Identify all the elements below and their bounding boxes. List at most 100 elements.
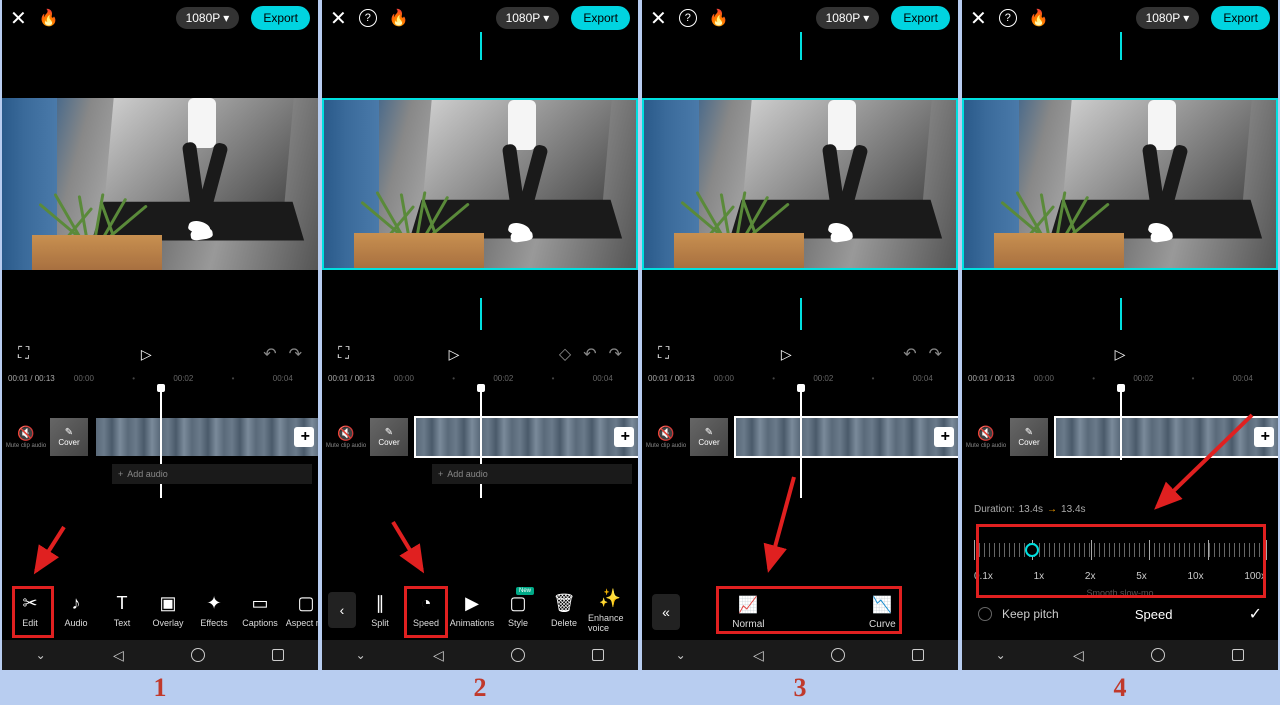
add-audio-button[interactable]: +Add audio: [112, 464, 312, 484]
chevron-down-icon[interactable]: ⌄: [996, 648, 1006, 662]
mute-clip-audio[interactable]: 🔇Mute clip audio: [322, 425, 370, 449]
resolution-selector[interactable]: 1080P▾: [496, 7, 560, 29]
speed-labels: 0.1x1x2x5x10x100x: [974, 571, 1266, 582]
nav-home-icon[interactable]: [511, 648, 525, 662]
video-clip[interactable]: +: [416, 418, 638, 456]
add-clip-icon[interactable]: +: [1261, 428, 1270, 446]
resolution-selector[interactable]: 1080P▾: [176, 7, 240, 29]
mute-clip-audio[interactable]: 🔇Mute clip audio: [962, 425, 1010, 449]
mute-clip-audio[interactable]: 🔇Mute clip audio: [2, 425, 50, 449]
chevron-down-icon[interactable]: ⌄: [676, 648, 686, 662]
redo-icon[interactable]: ↷: [929, 344, 942, 364]
mute-clip-audio[interactable]: 🔇Mute clip audio: [642, 425, 690, 449]
export-button[interactable]: Export: [1211, 6, 1270, 30]
close-icon[interactable]: ✕: [650, 6, 667, 31]
add-audio-button[interactable]: +Add audio: [432, 464, 632, 484]
flame-icon[interactable]: 🔥: [39, 8, 59, 28]
curve-speed-option[interactable]: 📉Curve: [869, 595, 896, 630]
overlay-tool[interactable]: ▣Overlay: [146, 593, 190, 628]
nav-recent-icon[interactable]: [592, 649, 604, 661]
flame-icon[interactable]: 🔥: [1029, 8, 1049, 28]
style-tool[interactable]: New▢Style: [496, 593, 540, 628]
video-preview[interactable]: [642, 98, 958, 270]
nav-back-icon[interactable]: ◁: [433, 647, 444, 664]
cover-thumbnail[interactable]: Cover: [690, 418, 728, 456]
text-icon: T: [117, 593, 128, 614]
speed-slider[interactable]: [974, 535, 1266, 565]
undo-icon[interactable]: ↶: [903, 344, 916, 364]
captions-tool[interactable]: ▭Captions: [238, 593, 282, 628]
audio-tool[interactable]: ♪Audio: [54, 593, 98, 628]
help-icon[interactable]: ?: [359, 9, 377, 27]
close-icon[interactable]: ✕: [10, 6, 27, 31]
undo-icon[interactable]: ↶: [263, 344, 276, 364]
cover-thumbnail[interactable]: Cover: [370, 418, 408, 456]
redo-icon[interactable]: ↷: [289, 344, 302, 364]
split-icon: ∥: [376, 593, 385, 614]
nav-home-icon[interactable]: [831, 648, 845, 662]
confirm-icon[interactable]: ✓: [1249, 604, 1262, 624]
export-button[interactable]: Export: [571, 6, 630, 30]
back-button[interactable]: «: [652, 594, 680, 630]
fullscreen-icon[interactable]: ⛶: [658, 345, 669, 363]
video-preview[interactable]: [962, 98, 1278, 270]
video-clip[interactable]: +: [96, 418, 318, 456]
chevron-down-icon[interactable]: ⌄: [356, 648, 366, 662]
nav-home-icon[interactable]: [1151, 648, 1165, 662]
music-note-icon: ♪: [72, 593, 81, 614]
play-icon[interactable]: ▷: [141, 346, 152, 363]
help-icon[interactable]: ?: [679, 9, 697, 27]
cover-thumbnail[interactable]: Cover: [50, 418, 88, 456]
play-icon[interactable]: ▷: [1115, 346, 1126, 363]
video-clip[interactable]: +: [736, 418, 958, 456]
speed-tool[interactable]: ◔Speed: [404, 593, 448, 628]
back-button[interactable]: ‹: [328, 592, 356, 628]
split-tool[interactable]: ∥Split: [358, 593, 402, 628]
nav-recent-icon[interactable]: [912, 649, 924, 661]
video-preview[interactable]: [2, 98, 318, 270]
add-clip-icon[interactable]: +: [301, 428, 310, 446]
playhead[interactable]: [800, 388, 802, 498]
resolution-selector[interactable]: 1080P▾: [1136, 7, 1200, 29]
cover-thumbnail[interactable]: Cover: [1010, 418, 1048, 456]
video-clip[interactable]: +: [1056, 418, 1278, 456]
nav-back-icon[interactable]: ◁: [113, 647, 124, 664]
playhead-indicator: [800, 298, 802, 330]
undo-icon[interactable]: ↶: [583, 344, 596, 364]
effects-tool[interactable]: ✦Effects: [192, 593, 236, 628]
resolution-selector[interactable]: 1080P▾: [816, 7, 880, 29]
redo-icon[interactable]: ↷: [609, 344, 622, 364]
main-toolbar: ✂Edit ♪Audio TText ▣Overlay ✦Effects ▭Ca…: [2, 584, 318, 636]
playhead[interactable]: [1120, 388, 1122, 460]
chevron-down-icon[interactable]: ⌄: [36, 648, 46, 662]
add-clip-icon[interactable]: +: [621, 428, 630, 446]
nav-back-icon[interactable]: ◁: [1073, 647, 1084, 664]
play-icon[interactable]: ▷: [781, 346, 792, 363]
speed-knob[interactable]: [1025, 543, 1039, 557]
export-button[interactable]: Export: [891, 6, 950, 30]
fullscreen-icon[interactable]: ⛶: [338, 345, 349, 363]
export-button[interactable]: Export: [251, 6, 310, 30]
normal-speed-option[interactable]: 📈Normal: [732, 595, 764, 630]
edit-tool[interactable]: ✂Edit: [8, 593, 52, 628]
delete-tool[interactable]: 🗑Delete: [542, 593, 586, 628]
flame-icon[interactable]: 🔥: [709, 8, 729, 28]
nav-home-icon[interactable]: [191, 648, 205, 662]
play-icon[interactable]: ▷: [449, 346, 460, 363]
keep-pitch-radio[interactable]: [978, 607, 992, 621]
help-icon[interactable]: ?: [999, 9, 1017, 27]
fullscreen-icon[interactable]: ⛶: [18, 345, 29, 363]
keyframe-icon[interactable]: ◇: [559, 344, 571, 364]
video-preview[interactable]: [322, 98, 638, 270]
animations-tool[interactable]: ▶Animations: [450, 593, 494, 628]
add-clip-icon[interactable]: +: [941, 428, 950, 446]
text-tool[interactable]: TText: [100, 593, 144, 628]
nav-recent-icon[interactable]: [1232, 649, 1244, 661]
nav-recent-icon[interactable]: [272, 649, 284, 661]
close-icon[interactable]: ✕: [330, 6, 347, 31]
flame-icon[interactable]: 🔥: [389, 8, 409, 28]
aspect-ratio-tool[interactable]: ▢Aspect rat: [284, 593, 318, 628]
nav-back-icon[interactable]: ◁: [753, 647, 764, 664]
close-icon[interactable]: ✕: [970, 6, 987, 31]
enhance-voice-tool[interactable]: ✨Enhance voice: [588, 588, 632, 633]
